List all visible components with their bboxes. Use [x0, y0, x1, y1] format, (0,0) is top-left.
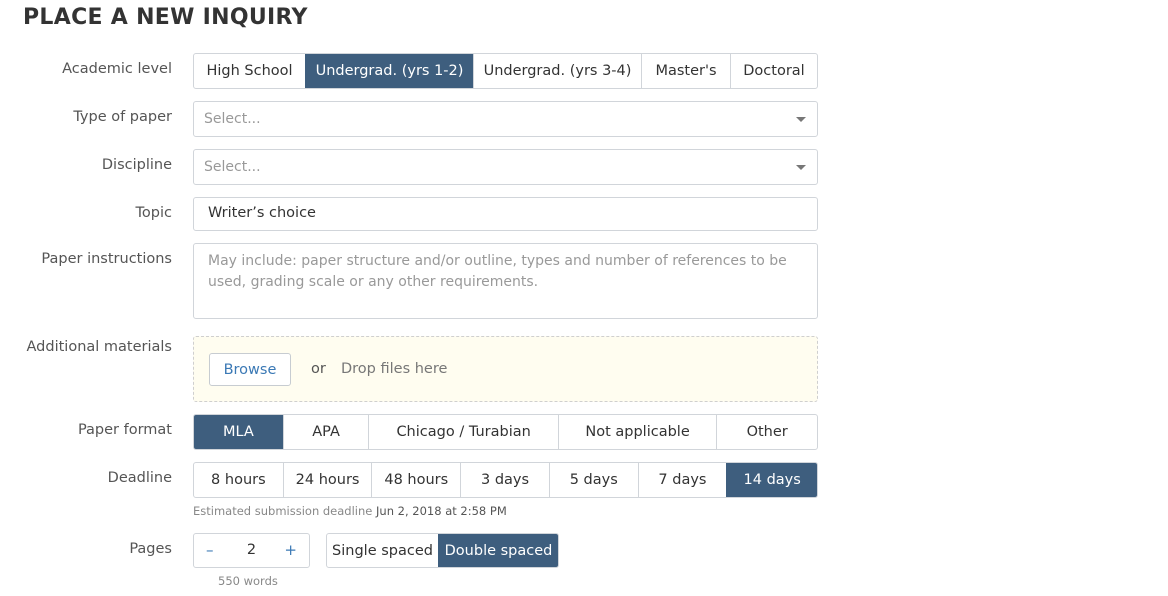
- chevron-down-icon: [796, 165, 806, 170]
- type-of-paper-label: Type of paper: [73, 109, 172, 125]
- estimate-date: Jun 2, 2018 at 2:58 PM: [376, 504, 507, 518]
- increment-button[interactable]: +: [284, 541, 297, 559]
- academic-level-doctoral[interactable]: Doctoral: [730, 54, 817, 88]
- paper-format-not-applicable[interactable]: Not applicable: [557, 415, 716, 449]
- spacing-group: Single spaced Double spaced: [326, 533, 559, 568]
- topic-label: Topic: [135, 205, 172, 221]
- academic-level-high-school[interactable]: High School: [194, 54, 305, 88]
- discipline-select[interactable]: Select...: [193, 149, 818, 185]
- paper-format-label: Paper format: [77, 422, 172, 438]
- academic-level-label: Academic level: [62, 61, 172, 77]
- paper-format-group: MLA APA Chicago / Turabian Not applicabl…: [193, 414, 818, 450]
- estimate-prefix: Estimated submission deadline: [193, 504, 373, 518]
- discipline-label: Discipline: [101, 157, 172, 173]
- chevron-down-icon: [796, 117, 806, 122]
- topic-input[interactable]: Writer’s choice: [193, 197, 818, 231]
- academic-level-group: High School Undergrad. (yrs 1-2) Undergr…: [193, 53, 818, 89]
- deadline-24-hours[interactable]: 24 hours: [282, 463, 372, 497]
- deadline-7-days[interactable]: 7 days: [637, 463, 727, 497]
- browse-button[interactable]: Browse: [209, 353, 291, 386]
- drop-files-text: Drop files here: [341, 361, 448, 377]
- paper-format-chicago[interactable]: Chicago / Turabian: [368, 415, 557, 449]
- paper-format-apa[interactable]: APA: [282, 415, 369, 449]
- instructions-textarea[interactable]: May include: paper structure and/or outl…: [193, 243, 818, 319]
- estimated-deadline: Estimated submission deadline Jun 2, 201…: [193, 504, 507, 518]
- type-of-paper-placeholder: Select...: [204, 111, 261, 127]
- paper-format-other[interactable]: Other: [716, 415, 817, 449]
- academic-level-undergrad-3-4[interactable]: Undergrad. (yrs 3-4): [473, 54, 641, 88]
- deadline-14-days[interactable]: 14 days: [726, 463, 817, 497]
- type-of-paper-select[interactable]: Select...: [193, 101, 818, 137]
- or-text: or: [311, 361, 326, 377]
- deadline-label: Deadline: [107, 470, 172, 486]
- word-count: 550 words: [218, 574, 278, 588]
- academic-level-undergrad-1-2[interactable]: Undergrad. (yrs 1-2): [305, 54, 473, 88]
- deadline-48-hours[interactable]: 48 hours: [371, 463, 460, 497]
- academic-level-masters[interactable]: Master's: [641, 54, 730, 88]
- spacing-double[interactable]: Double spaced: [438, 534, 558, 567]
- pages-stepper: – 2 +: [193, 533, 310, 568]
- pages-label: Pages: [129, 541, 172, 557]
- spacing-single[interactable]: Single spaced: [327, 534, 438, 567]
- deadline-group: 8 hours 24 hours 48 hours 3 days 5 days …: [193, 462, 818, 498]
- discipline-placeholder: Select...: [204, 159, 261, 175]
- deadline-8-hours[interactable]: 8 hours: [194, 463, 283, 497]
- deadline-3-days[interactable]: 3 days: [460, 463, 549, 497]
- deadline-5-days[interactable]: 5 days: [548, 463, 638, 497]
- file-drop-zone[interactable]: Browse or Drop files here: [193, 336, 818, 402]
- page-title: PLACE A NEW INQUIRY: [23, 5, 308, 30]
- paper-format-mla[interactable]: MLA: [194, 415, 283, 449]
- materials-label: Additional materials: [26, 339, 172, 355]
- instructions-label: Paper instructions: [41, 251, 172, 267]
